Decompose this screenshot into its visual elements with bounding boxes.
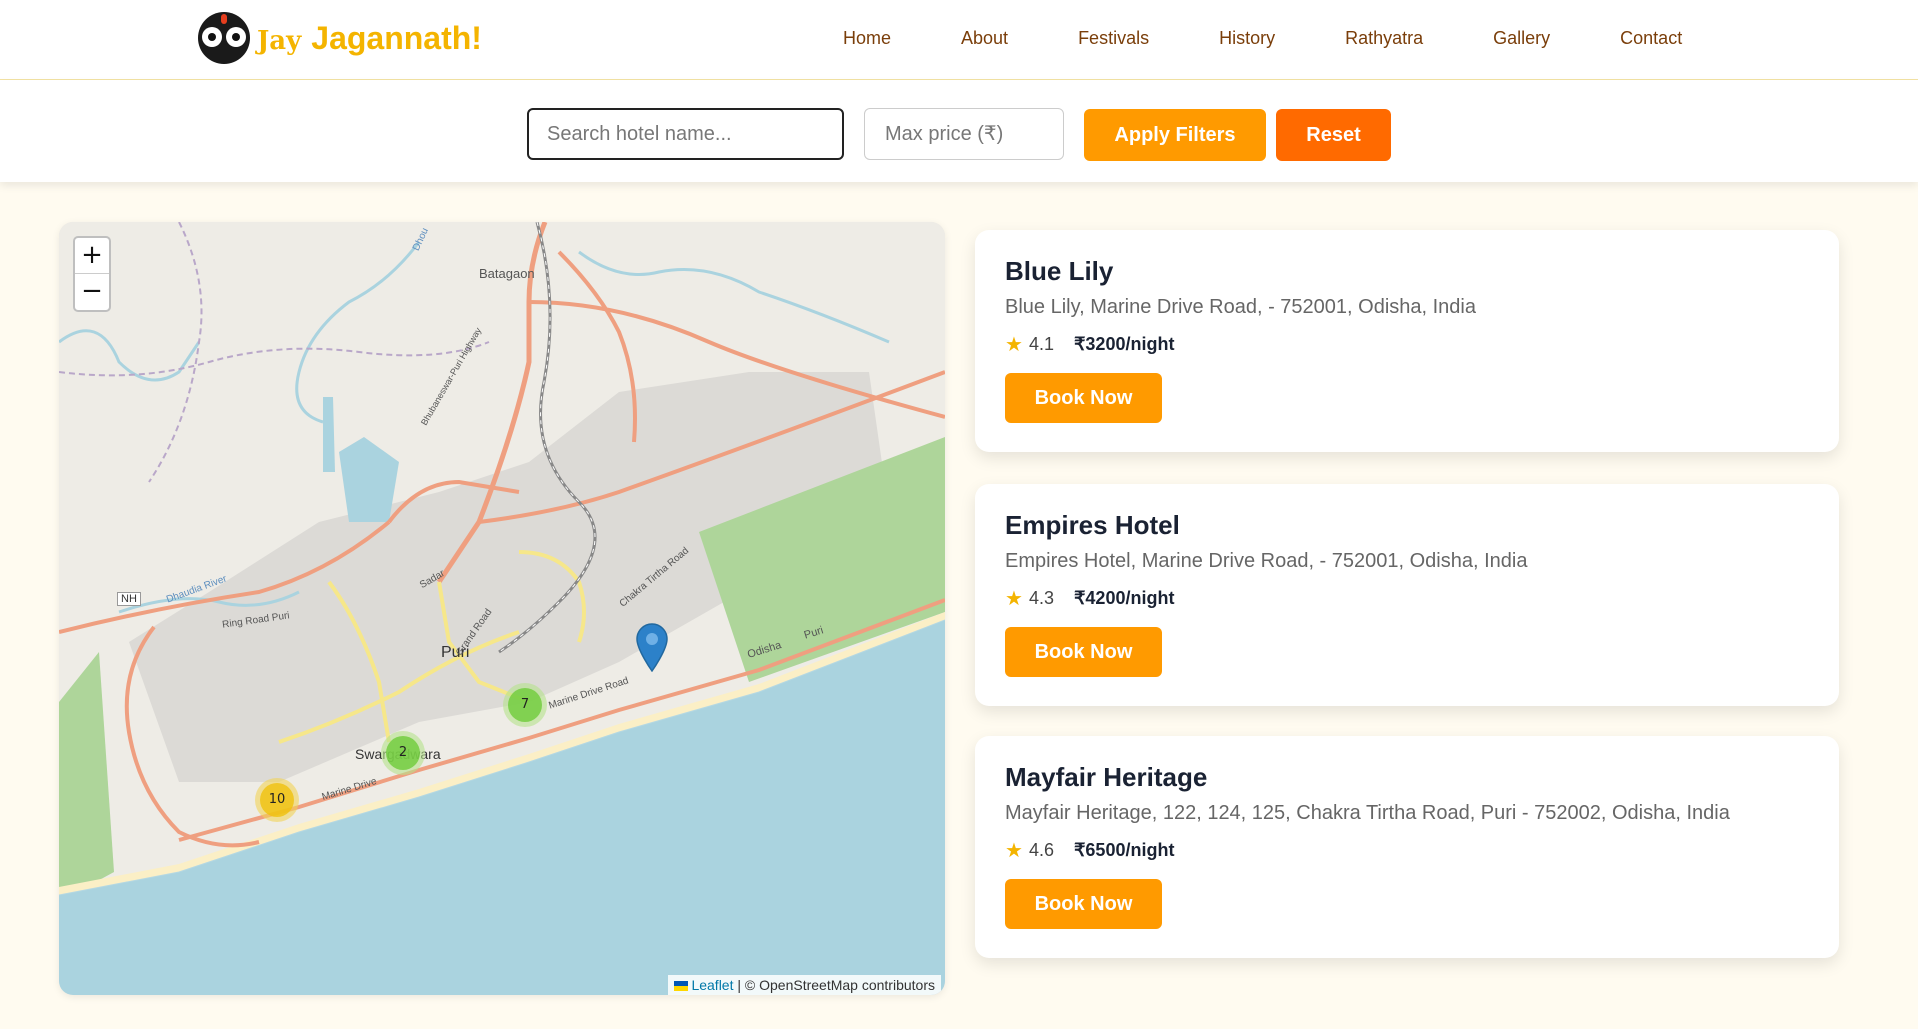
hotel-name: Mayfair Heritage xyxy=(1005,762,1208,792)
apply-filters-button[interactable]: Apply Filters xyxy=(1084,109,1266,161)
hotel-meta: ★ 4.3 ₹4200/night xyxy=(1005,586,1174,611)
star-icon: ★ xyxy=(1005,588,1023,610)
hotel-rating: 4.6 xyxy=(1028,840,1054,860)
book-now-button[interactable]: Book Now xyxy=(1005,373,1162,423)
nav-gallery[interactable]: Gallery xyxy=(1493,28,1550,49)
hotel-card: Blue Lily Blue Lily, Marine Drive Road, … xyxy=(975,230,1839,452)
hotel-meta: ★ 4.6 ₹6500/night xyxy=(1005,838,1174,863)
brand[interactable]: Jay Jagannath! xyxy=(198,12,482,64)
nav-rathyatra[interactable]: Rathyatra xyxy=(1345,28,1423,49)
hotel-name: Empires Hotel xyxy=(1005,510,1180,540)
reset-button[interactable]: Reset xyxy=(1276,109,1391,161)
brand-prefix: Jay xyxy=(257,25,302,56)
hotel-address: Mayfair Heritage, 122, 124, 125, Chakra … xyxy=(1005,802,1730,824)
map-cluster-7[interactable]: 7 xyxy=(503,683,547,727)
hotel-rating: 4.3 xyxy=(1028,588,1054,608)
hotel-address: Blue Lily, Marine Drive Road, - 752001, … xyxy=(1005,296,1476,318)
brand-name: Jagannath! xyxy=(311,19,482,56)
nav-festivals[interactable]: Festivals xyxy=(1078,28,1149,49)
hotel-price: ₹3200/night xyxy=(1073,334,1175,354)
map-label-batagaon: Batagaon xyxy=(479,266,535,281)
book-now-button[interactable]: Book Now xyxy=(1005,627,1162,677)
hotel-price: ₹6500/night xyxy=(1073,840,1175,860)
search-input[interactable] xyxy=(527,108,844,160)
zoom-in-button[interactable]: + xyxy=(75,238,109,274)
star-icon: ★ xyxy=(1005,840,1023,862)
navbar: Jay Jagannath! Home About Festivals Hist… xyxy=(0,0,1918,80)
hotel-meta: ★ 4.1 ₹3200/night xyxy=(1005,332,1174,357)
zoom-control: + − xyxy=(73,236,111,312)
attribution-text: | © OpenStreetMap contributors xyxy=(733,977,935,993)
hotel-address: Empires Hotel, Marine Drive Road, - 7520… xyxy=(1005,550,1528,572)
map-tiles xyxy=(59,222,945,995)
map-label-nh: NH xyxy=(117,592,141,606)
hotel-price: ₹4200/night xyxy=(1073,588,1175,608)
zoom-out-button[interactable]: − xyxy=(75,274,109,310)
star-icon: ★ xyxy=(1005,334,1023,356)
nav-about[interactable]: About xyxy=(961,28,1008,49)
map-cluster-2[interactable]: 2 xyxy=(381,731,425,775)
filter-bar: Apply Filters Reset xyxy=(0,80,1918,182)
nav-contact[interactable]: Contact xyxy=(1620,28,1682,49)
map-marker-pin-icon[interactable] xyxy=(635,622,669,672)
leaflet-link[interactable]: Leaflet xyxy=(691,977,733,993)
hotel-map[interactable]: Batagaon Puri Swargadwara NH Ring Road P… xyxy=(59,222,945,995)
hotel-card: Mayfair Heritage Mayfair Heritage, 122, … xyxy=(975,736,1839,958)
hotel-card: Empires Hotel Empires Hotel, Marine Driv… xyxy=(975,484,1839,706)
book-now-button[interactable]: Book Now xyxy=(1005,879,1162,929)
max-price-input[interactable] xyxy=(864,108,1064,160)
main-nav: Home About Festivals History Rathyatra G… xyxy=(843,28,1682,49)
jagannath-logo-icon xyxy=(198,12,250,64)
ukraine-flag-icon xyxy=(674,981,689,992)
map-attribution: Leaflet | © OpenStreetMap contributors xyxy=(668,975,941,995)
nav-home[interactable]: Home xyxy=(843,28,891,49)
map-cluster-10[interactable]: 10 xyxy=(255,778,299,822)
nav-history[interactable]: History xyxy=(1219,28,1275,49)
hotel-name: Blue Lily xyxy=(1005,256,1114,286)
hotel-rating: 4.1 xyxy=(1028,334,1054,354)
